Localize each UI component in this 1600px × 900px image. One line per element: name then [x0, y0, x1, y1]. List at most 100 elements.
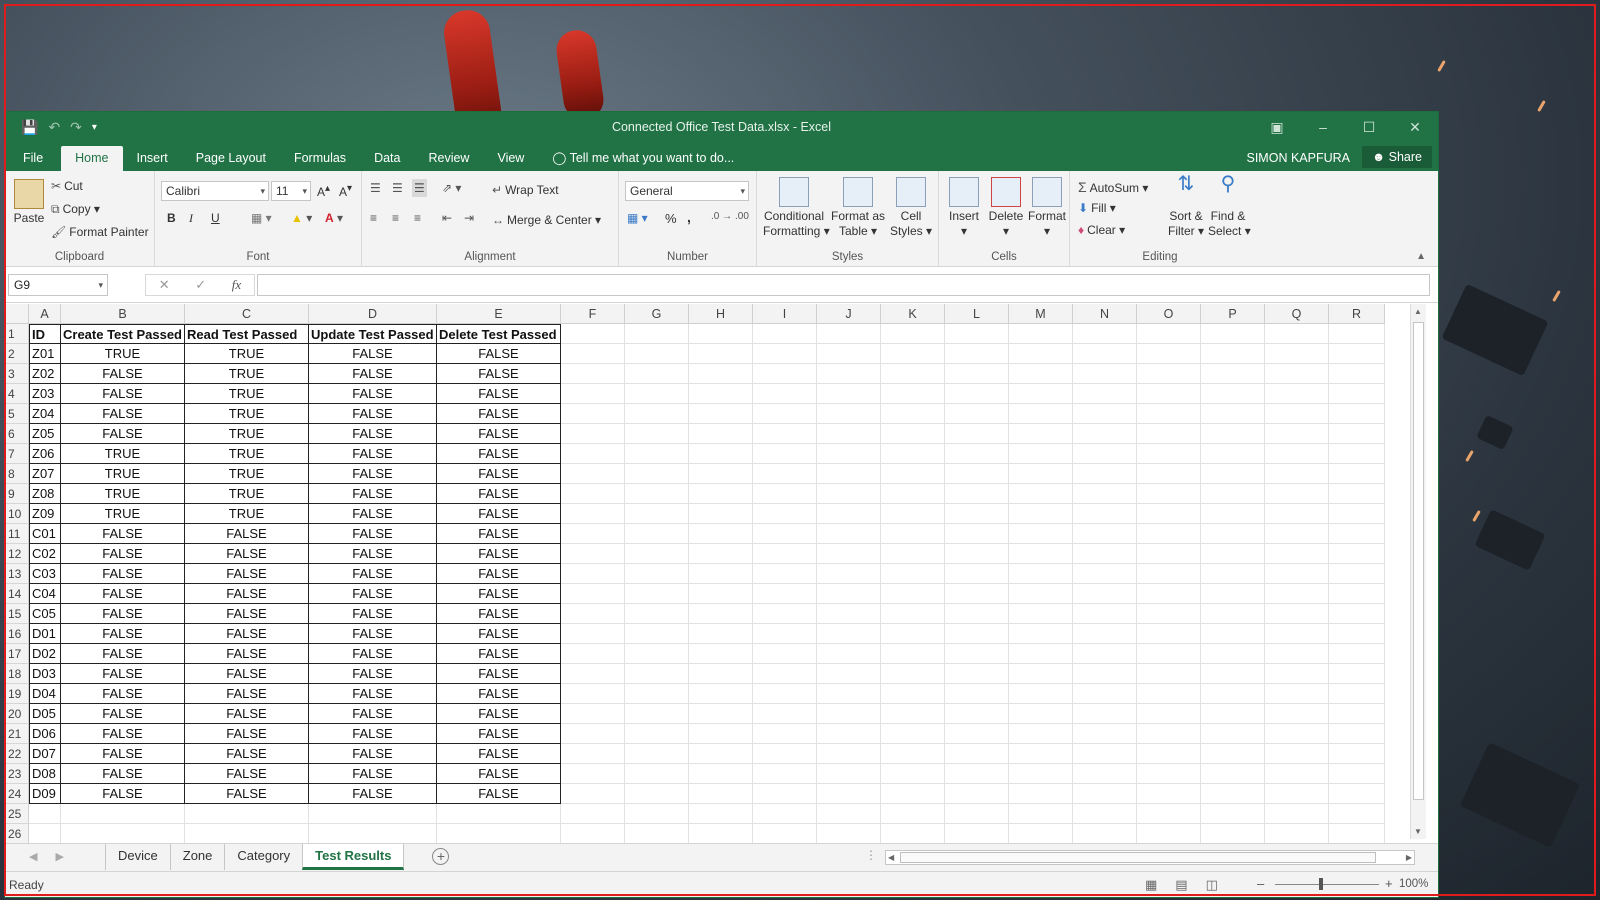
cell[interactable]	[1073, 704, 1137, 724]
cell[interactable]	[1329, 384, 1385, 404]
cell[interactable]	[561, 824, 625, 844]
cell[interactable]	[625, 464, 689, 484]
cell[interactable]	[1009, 784, 1073, 804]
cell[interactable]: TRUE	[185, 404, 309, 424]
cell[interactable]	[689, 484, 753, 504]
cell[interactable]	[561, 324, 625, 344]
cell[interactable]	[1329, 804, 1385, 824]
cell[interactable]	[1329, 504, 1385, 524]
row-header[interactable]: 1	[5, 324, 29, 344]
cell[interactable]	[561, 604, 625, 624]
cell[interactable]	[1137, 444, 1201, 464]
row-header[interactable]: 6	[5, 424, 29, 444]
cell[interactable]	[1265, 364, 1329, 384]
cell[interactable]: D05	[29, 704, 61, 724]
cell[interactable]	[1265, 624, 1329, 644]
cell[interactable]	[1265, 764, 1329, 784]
cell[interactable]	[61, 804, 185, 824]
cell[interactable]: D08	[29, 764, 61, 784]
cell[interactable]	[881, 444, 945, 464]
cell[interactable]	[625, 564, 689, 584]
cell[interactable]: FALSE	[437, 344, 561, 364]
cell[interactable]	[689, 544, 753, 564]
cell[interactable]: D09	[29, 784, 61, 804]
cell[interactable]: FALSE	[61, 624, 185, 644]
cell[interactable]	[1073, 784, 1137, 804]
cell[interactable]	[817, 364, 881, 384]
cell[interactable]: FALSE	[185, 564, 309, 584]
cell[interactable]: TRUE	[185, 444, 309, 464]
cell[interactable]: FALSE	[61, 744, 185, 764]
cell[interactable]	[1073, 424, 1137, 444]
cell[interactable]	[1329, 584, 1385, 604]
cell[interactable]	[945, 704, 1009, 724]
cell[interactable]	[1265, 424, 1329, 444]
maximize-icon[interactable]: ☐	[1346, 112, 1392, 143]
borders-icon[interactable]: ▦ ▾	[251, 211, 272, 225]
column-header-g[interactable]: G	[625, 304, 689, 324]
cell[interactable]: Z06	[29, 444, 61, 464]
cell[interactable]	[881, 684, 945, 704]
row-header[interactable]: 21	[5, 724, 29, 744]
column-header-o[interactable]: O	[1137, 304, 1201, 324]
cell[interactable]: FALSE	[185, 684, 309, 704]
wrap-text-button[interactable]: ↵ Wrap Text	[492, 183, 559, 197]
cell[interactable]	[689, 364, 753, 384]
cell[interactable]: FALSE	[309, 524, 437, 544]
cell[interactable]: TRUE	[185, 344, 309, 364]
cell[interactable]	[1265, 704, 1329, 724]
user-name[interactable]: SIMON KAPFURA	[1247, 143, 1351, 171]
insert-cells-button[interactable]: Insert ▾	[945, 177, 983, 239]
cell[interactable]: FALSE	[185, 524, 309, 544]
cell[interactable]: FALSE	[61, 784, 185, 804]
cell[interactable]	[561, 464, 625, 484]
normal-view-icon[interactable]: ▦	[1145, 877, 1157, 893]
cell[interactable]: FALSE	[437, 644, 561, 664]
cell[interactable]: FALSE	[437, 424, 561, 444]
cell[interactable]	[1329, 744, 1385, 764]
share-button[interactable]: ☻ Share	[1362, 146, 1432, 168]
cell[interactable]	[625, 604, 689, 624]
cell[interactable]: D03	[29, 664, 61, 684]
sheet-tab-zone[interactable]: Zone	[169, 844, 225, 870]
cell[interactable]	[881, 704, 945, 724]
cell[interactable]: FALSE	[309, 624, 437, 644]
cell[interactable]	[1265, 724, 1329, 744]
clear-button[interactable]: ♦ Clear ▾	[1078, 223, 1125, 237]
cell[interactable]: FALSE	[437, 624, 561, 644]
cell[interactable]	[625, 744, 689, 764]
cell[interactable]: FALSE	[437, 364, 561, 384]
cell[interactable]: D01	[29, 624, 61, 644]
cell[interactable]	[561, 484, 625, 504]
cell[interactable]: FALSE	[437, 764, 561, 784]
column-header-p[interactable]: P	[1201, 304, 1265, 324]
cell[interactable]	[1009, 444, 1073, 464]
cell[interactable]	[561, 724, 625, 744]
cell[interactable]: FALSE	[309, 544, 437, 564]
column-header-f[interactable]: F	[561, 304, 625, 324]
cell[interactable]	[1265, 544, 1329, 564]
cell[interactable]	[753, 744, 817, 764]
cell[interactable]	[1137, 404, 1201, 424]
cell[interactable]	[753, 624, 817, 644]
cell[interactable]	[689, 604, 753, 624]
cell[interactable]	[1201, 604, 1265, 624]
cell[interactable]	[753, 584, 817, 604]
cell[interactable]: FALSE	[309, 764, 437, 784]
cell[interactable]	[1009, 824, 1073, 844]
cell[interactable]	[1137, 464, 1201, 484]
cell[interactable]	[689, 724, 753, 744]
cell[interactable]	[881, 544, 945, 564]
cell[interactable]	[881, 464, 945, 484]
cell[interactable]	[1009, 744, 1073, 764]
cell[interactable]	[1201, 624, 1265, 644]
row-header[interactable]: 17	[5, 644, 29, 664]
cell[interactable]: FALSE	[185, 624, 309, 644]
cell[interactable]	[1073, 444, 1137, 464]
cell[interactable]: FALSE	[309, 604, 437, 624]
row-header[interactable]: 18	[5, 664, 29, 684]
cell[interactable]: FALSE	[309, 364, 437, 384]
cell[interactable]	[753, 724, 817, 744]
cell[interactable]	[881, 764, 945, 784]
cell[interactable]	[881, 384, 945, 404]
